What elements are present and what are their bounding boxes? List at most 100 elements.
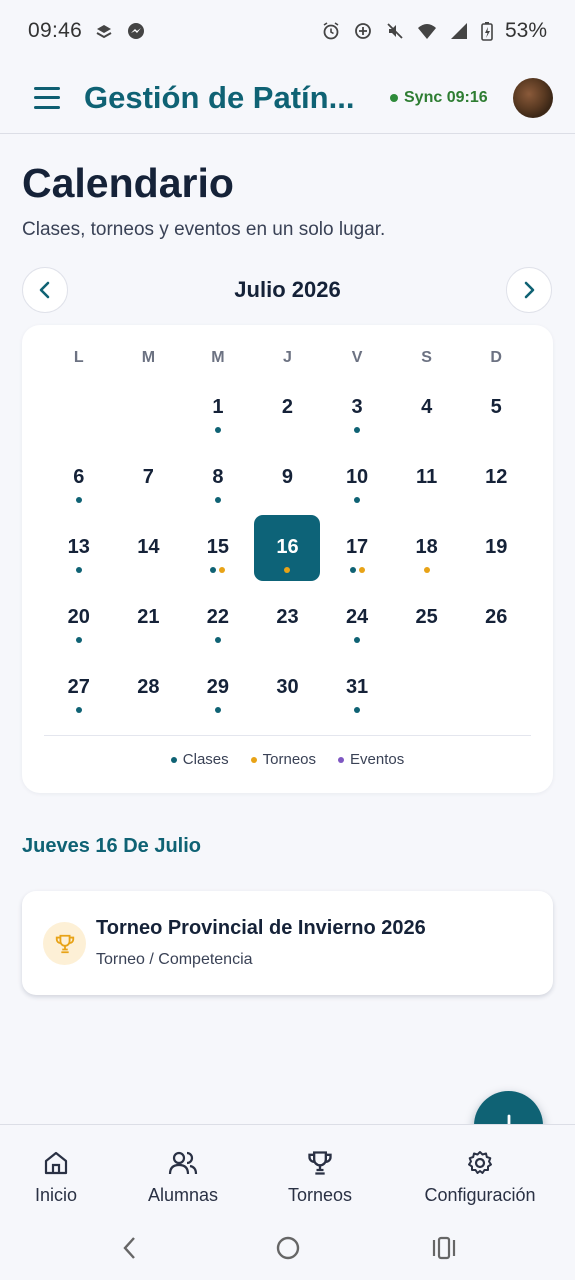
home-circle-icon[interactable] <box>275 1235 301 1261</box>
calendar-day-26[interactable]: 26 <box>461 595 531 665</box>
next-month-button[interactable] <box>506 267 552 313</box>
page-subtitle: Clases, torneos y eventos en un solo lug… <box>22 219 386 240</box>
event-dot-clases <box>75 567 82 573</box>
day-number: 6 <box>73 466 85 488</box>
avatar[interactable] <box>513 77 553 118</box>
calendar-day-10[interactable]: 10 <box>322 455 392 525</box>
calendar-day-23[interactable]: 23 <box>253 595 323 665</box>
calendar-day-12[interactable]: 12 <box>461 455 531 525</box>
event-dots <box>75 567 82 573</box>
calendar-day-2[interactable]: 2 <box>253 385 323 455</box>
calendar-day-13[interactable]: 13 <box>44 525 114 595</box>
event-dot-clases <box>210 567 217 573</box>
calendar-day-5[interactable]: 5 <box>461 385 531 455</box>
legend-dot <box>250 756 257 763</box>
hamburger-menu-icon[interactable] <box>34 86 60 109</box>
tab-torneos[interactable]: Torneos <box>278 1149 362 1206</box>
event-dot-clases <box>75 707 82 713</box>
day-number: 18 <box>415 536 438 558</box>
calendar-day-7[interactable]: 7 <box>114 455 184 525</box>
event-dots <box>354 427 361 433</box>
calendar-day-15[interactable]: 15 <box>183 525 253 595</box>
weekday-label: S <box>421 349 432 366</box>
calendar-day-30[interactable]: 30 <box>253 665 323 735</box>
event-dots <box>214 707 221 713</box>
calendar-day-3[interactable]: 3 <box>322 385 392 455</box>
tab-configuracion[interactable]: Configuración <box>410 1149 550 1206</box>
calendar-day-19[interactable]: 19 <box>461 525 531 595</box>
day-number: 5 <box>490 396 502 418</box>
calendar-day-1[interactable]: 1 <box>183 385 253 455</box>
trophy-icon <box>308 1151 332 1175</box>
calendar-day-25[interactable]: 25 <box>392 595 462 665</box>
day-number: 11 <box>416 466 438 488</box>
month-label: Julio 2026 <box>234 277 341 302</box>
event-dot-clases <box>214 497 221 503</box>
tab-inicio[interactable]: Inicio <box>24 1149 88 1206</box>
calendar-day-11[interactable]: 11 <box>392 455 462 525</box>
back-icon[interactable] <box>120 1235 140 1261</box>
day-number: 7 <box>142 466 154 488</box>
legend-label: Clases <box>182 751 229 768</box>
calendar-day-29[interactable]: 29 <box>183 665 253 735</box>
home-icon <box>44 1151 68 1175</box>
legend-dot <box>338 756 345 763</box>
calendar-day-14[interactable]: 14 <box>114 525 184 595</box>
calendar-day-17[interactable]: 17 <box>322 525 392 595</box>
event-dots <box>354 497 361 503</box>
sync-dot <box>390 93 398 102</box>
day-number: 19 <box>485 536 508 558</box>
calendar-day-8[interactable]: 8 <box>183 455 253 525</box>
mute-icon <box>387 23 403 39</box>
sync-label: Sync 09:16 <box>404 88 488 106</box>
day-number: 26 <box>485 606 508 628</box>
tab-alumnas[interactable]: Alumnas <box>136 1149 230 1206</box>
system-navigation <box>0 1223 575 1273</box>
calendar-grid: 1 2 3 4 5 6 7 8 9 10 11 12 13 14 15 16 17 18 19 20 21 22 23 24 2… <box>44 385 531 735</box>
weekday-label: D <box>490 349 502 366</box>
calendar-day-4[interactable]: 4 <box>392 385 462 455</box>
calendar-day-18[interactable]: 18 <box>392 525 462 595</box>
day-number: 24 <box>345 606 369 628</box>
calendar-day-20[interactable]: 20 <box>44 595 114 665</box>
calendar-empty-cell <box>114 385 184 455</box>
calendar-day-27[interactable]: 27 <box>44 665 114 735</box>
calendar-day-16[interactable]: 16 <box>253 515 323 595</box>
event-dot-clases <box>214 427 221 433</box>
event-dots <box>75 497 82 503</box>
calendar-day-22[interactable]: 22 <box>183 595 253 665</box>
calendar-day-28[interactable]: 28 <box>114 665 184 735</box>
signal-icon <box>450 23 467 39</box>
calendar-day-24[interactable]: 24 <box>322 595 392 665</box>
weekday-label: M <box>141 349 156 366</box>
day-number: 4 <box>421 396 433 418</box>
legend-label: Torneos <box>262 751 317 768</box>
day-number: 30 <box>276 676 299 698</box>
event-dots <box>75 707 82 713</box>
legend-item-torneos: Torneos <box>250 751 317 768</box>
weekday-header: LMMJVSD <box>44 349 531 367</box>
recent-apps-icon[interactable] <box>431 1235 457 1261</box>
event-card[interactable]: Torneo Provincial de Invierno 2026 Torne… <box>22 891 553 995</box>
event-dot-clases <box>354 707 361 713</box>
tab-configuracion-label: Configuración <box>424 1185 536 1205</box>
day-number: 20 <box>67 606 90 628</box>
day-number: 23 <box>276 606 299 628</box>
day-number: 29 <box>206 676 230 698</box>
event-dots <box>210 567 226 573</box>
day-number: 28 <box>137 676 160 698</box>
event-title: Torneo Provincial de Invierno 2026 <box>96 917 426 939</box>
trophy-icon <box>55 934 74 953</box>
event-dots <box>354 707 361 713</box>
tab-inicio-label: Inicio <box>34 1185 78 1205</box>
calendar-day-31[interactable]: 31 <box>322 665 392 735</box>
calendar-day-21[interactable]: 21 <box>114 595 184 665</box>
calendar-day-6[interactable]: 6 <box>44 455 114 525</box>
event-dot-clases <box>349 567 356 573</box>
day-number: 8 <box>212 466 224 488</box>
day-number: 10 <box>345 466 369 488</box>
data-saver-icon <box>355 23 371 39</box>
day-number: 14 <box>137 536 160 558</box>
sync-status: Sync 09:16 <box>390 89 488 107</box>
selected-date-heading: Jueves 16 De Julio <box>22 835 201 857</box>
